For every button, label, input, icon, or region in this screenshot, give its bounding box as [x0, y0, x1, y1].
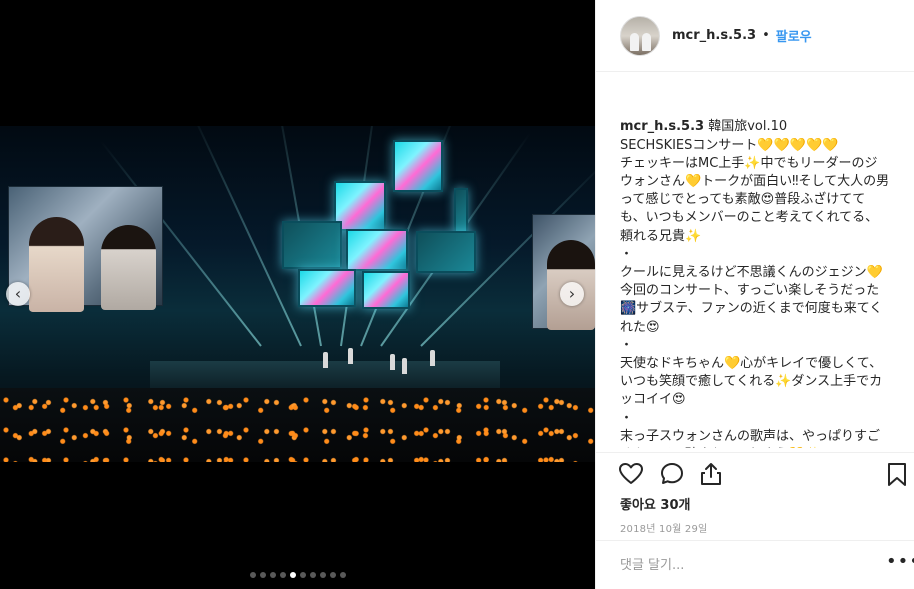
stage-performer: [348, 348, 353, 364]
performer-closeup: [101, 225, 156, 310]
avatar[interactable]: [620, 15, 660, 56]
comment-bar: •••: [596, 540, 914, 589]
post-date[interactable]: 2018년 10월 29일: [620, 520, 707, 535]
stage-cube-screen: [416, 231, 476, 273]
caption-text: 韓国旅vol.10 SECHSKIESコンサート💛💛💛💛💛 チェッキーはMC上手…: [620, 119, 890, 448]
post-sidebar: mcr_h.s.5.3 • 팔로우 mcr_h.s.5.3 韓国旅vol.10 …: [595, 0, 914, 589]
caption-username[interactable]: mcr_h.s.5.3: [620, 119, 704, 134]
performer-closeup: [29, 217, 84, 312]
likes-count[interactable]: 좋아요 30개: [620, 494, 690, 513]
caption-container: mcr_h.s.5.3 韓国旅vol.10 SECHSKIESコンサート💛💛💛💛…: [620, 82, 890, 448]
stage-cube-screen: [362, 271, 410, 309]
stage-cube-screen: [282, 221, 342, 269]
carousel-dot[interactable]: [269, 572, 276, 578]
carousel-next-button[interactable]: ›: [560, 282, 584, 306]
carousel-dot[interactable]: [259, 572, 266, 578]
carousel-dots: [0, 572, 595, 578]
carousel-dot[interactable]: [309, 572, 316, 578]
share-icon[interactable]: [698, 461, 724, 487]
stage-performer: [390, 354, 395, 370]
separator-dot: •: [762, 28, 770, 43]
carousel-dot[interactable]: [319, 572, 326, 578]
stage-performer: [430, 350, 435, 366]
follow-button[interactable]: 팔로우: [776, 26, 812, 45]
left-video-screen: [8, 186, 163, 312]
carousel-dot[interactable]: [339, 572, 346, 578]
right-video-screen: [532, 214, 595, 330]
speech-bubble-icon[interactable]: [659, 461, 685, 487]
bookmark-icon[interactable]: [884, 461, 910, 487]
stage-performer: [402, 358, 407, 374]
more-options-icon[interactable]: •••: [886, 551, 914, 572]
comment-input[interactable]: [620, 555, 850, 575]
crowd-glowsticks: [0, 388, 595, 462]
action-bar: [596, 452, 914, 492]
stage-cube-screen: [346, 229, 408, 271]
stage-cube-screen: [393, 140, 443, 192]
heart-outline-icon[interactable]: [618, 461, 644, 487]
carousel-dot[interactable]: [299, 572, 306, 578]
carousel-dot[interactable]: [279, 572, 286, 578]
concert-photo[interactable]: [0, 126, 595, 462]
username-link[interactable]: mcr_h.s.5.3: [672, 28, 756, 43]
stage-cube-screen: [298, 269, 356, 307]
carousel-dot[interactable]: [249, 572, 256, 578]
carousel-dot[interactable]: [289, 572, 296, 578]
stage-performer: [323, 352, 328, 368]
caption-scroll[interactable]: mcr_h.s.5.3 韓国旅vol.10 SECHSKIESコンサート💛💛💛💛…: [620, 118, 890, 448]
carousel-prev-button[interactable]: ‹: [6, 282, 30, 306]
post-media: ‹ ›: [0, 0, 595, 589]
carousel-dot[interactable]: [329, 572, 336, 578]
stage-cube-screen: [454, 188, 468, 234]
post-header: mcr_h.s.5.3 • 팔로우: [596, 0, 914, 72]
